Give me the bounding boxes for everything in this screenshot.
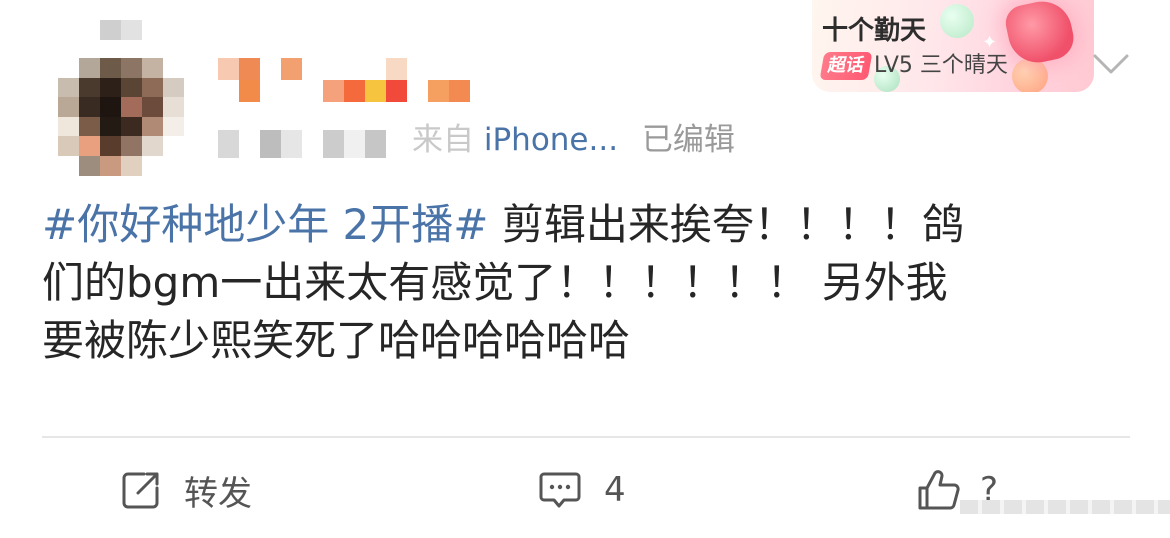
thumbs-up-icon bbox=[918, 470, 960, 510]
decorative-bubble bbox=[1012, 58, 1048, 92]
badge-title: 十个勤天 bbox=[822, 15, 927, 45]
post-time-blurred bbox=[218, 130, 407, 158]
heart-gem-icon bbox=[1002, 0, 1078, 68]
level-number: LV5 bbox=[874, 53, 913, 78]
source-device: iPhone... bbox=[483, 122, 619, 158]
level-name: 三个晴天 bbox=[919, 53, 1008, 78]
share-square-icon bbox=[122, 472, 159, 509]
post-text-line-2: 们的bgm一出来太有感觉了！！！！！！ 另外我 bbox=[42, 258, 948, 307]
post-text: #你好种地少年 2开播# 剪辑出来挨夸！！！！鸽 们的bgm一出来太有感觉了！！… bbox=[42, 196, 1142, 370]
post-meta: 来自 iPhone... 已编辑 bbox=[412, 118, 735, 162]
watermark-strip bbox=[960, 500, 1170, 514]
supertopic-tag: 超话 bbox=[819, 52, 873, 80]
post-text-segment: 剪辑出来挨夸！！！！鸽 bbox=[488, 200, 964, 249]
badge-level: LV5 三个晴天 bbox=[874, 49, 1008, 83]
post-text-line-3: 要被陈少熙笑死了哈哈哈哈哈哈 bbox=[42, 316, 631, 365]
source-label: 来自 bbox=[412, 122, 474, 158]
avatar[interactable] bbox=[58, 58, 184, 176]
repost-button[interactable]: 转发 bbox=[120, 462, 252, 518]
username-blurred[interactable] bbox=[218, 58, 470, 102]
hashtag-link[interactable]: #你好种地少年 2开播# bbox=[42, 200, 488, 249]
comment-bubble-icon bbox=[539, 472, 581, 508]
supertopic-badge-card[interactable]: ✦ 十个勤天 超话 LV5 三个晴天 bbox=[812, 0, 1094, 92]
post-text-line-1: #你好种地少年 2开播# 剪辑出来挨夸！！！！鸽 bbox=[42, 196, 1142, 254]
chevron-down-icon[interactable] bbox=[1092, 52, 1130, 76]
edited-label: 已编辑 bbox=[641, 122, 735, 158]
comment-count: 4 bbox=[604, 470, 626, 510]
repost-label: 转发 bbox=[184, 473, 252, 514]
comment-button[interactable]: 4 bbox=[538, 462, 626, 518]
divider bbox=[42, 436, 1130, 438]
blurred-top-fragment bbox=[100, 20, 142, 40]
decorative-bubble bbox=[940, 4, 974, 38]
